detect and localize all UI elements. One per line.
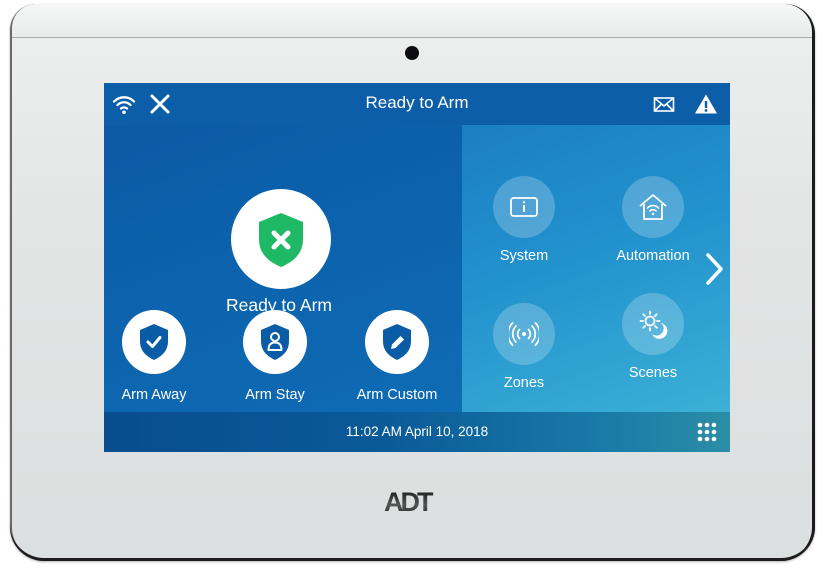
shield-person-icon: [261, 324, 289, 360]
scenes-bubble: [622, 293, 684, 355]
arm-custom-circle: [365, 310, 429, 374]
chevron-right-icon: [706, 253, 723, 285]
footer-bar: 11:02 AM April 10, 2018: [104, 412, 730, 452]
shield-pencil-icon: [383, 324, 411, 360]
security-panel: Ready to Arm Arm Away Arm Stay Arm Custo…: [104, 125, 462, 412]
keypad-icon: [697, 422, 717, 442]
warning-icon[interactable]: [694, 92, 718, 116]
date-time: 11:02 AM April 10, 2018: [345, 424, 489, 439]
camera-lens: [405, 46, 419, 60]
arm-away-circle: [122, 310, 186, 374]
arm-custom-label: Arm Custom: [356, 387, 438, 403]
header-title: Ready to Arm: [365, 93, 469, 112]
arm-stay-button[interactable]: Arm Stay: [220, 310, 330, 410]
sun-moon-icon: [639, 310, 668, 339]
smart-home-icon: [639, 194, 667, 220]
menu-panel: System Automation Zones Scenes: [462, 125, 730, 412]
tile-zones-label: Zones: [503, 375, 545, 391]
info-panel-icon: [510, 197, 538, 217]
brand-logo: ADT: [384, 487, 444, 517]
arm-away-label: Arm Away: [121, 387, 187, 403]
shield-check-icon: [140, 324, 168, 360]
touch-screen: Ready to Arm Ready to Arm Arm Away Arm S…: [104, 83, 730, 452]
tile-system-label: System: [499, 248, 549, 264]
tile-scenes[interactable]: Scenes: [593, 293, 713, 403]
arm-stay-label: Arm Stay: [245, 387, 305, 403]
status-button[interactable]: [231, 189, 331, 289]
shield-x-icon: [259, 213, 303, 267]
automation-bubble: [622, 176, 684, 238]
keypad-button[interactable]: [696, 421, 718, 443]
tile-system[interactable]: System: [464, 176, 584, 286]
system-bubble: [493, 176, 555, 238]
arm-away-button[interactable]: Arm Away: [104, 310, 209, 410]
tile-automation[interactable]: Automation: [593, 176, 713, 286]
tile-zones[interactable]: Zones: [464, 303, 584, 413]
zones-bubble: [493, 303, 555, 365]
status-header: Ready to Arm: [104, 83, 730, 125]
sensor-waves-icon: [509, 322, 539, 346]
device-top-edge: [12, 4, 812, 38]
tile-automation-label: Automation: [616, 248, 690, 264]
tile-scenes-label: Scenes: [628, 365, 678, 381]
arm-custom-button[interactable]: Arm Custom: [342, 310, 452, 410]
envelope-icon[interactable]: [652, 92, 676, 116]
arm-stay-circle: [243, 310, 307, 374]
next-page-arrow[interactable]: [702, 249, 728, 289]
